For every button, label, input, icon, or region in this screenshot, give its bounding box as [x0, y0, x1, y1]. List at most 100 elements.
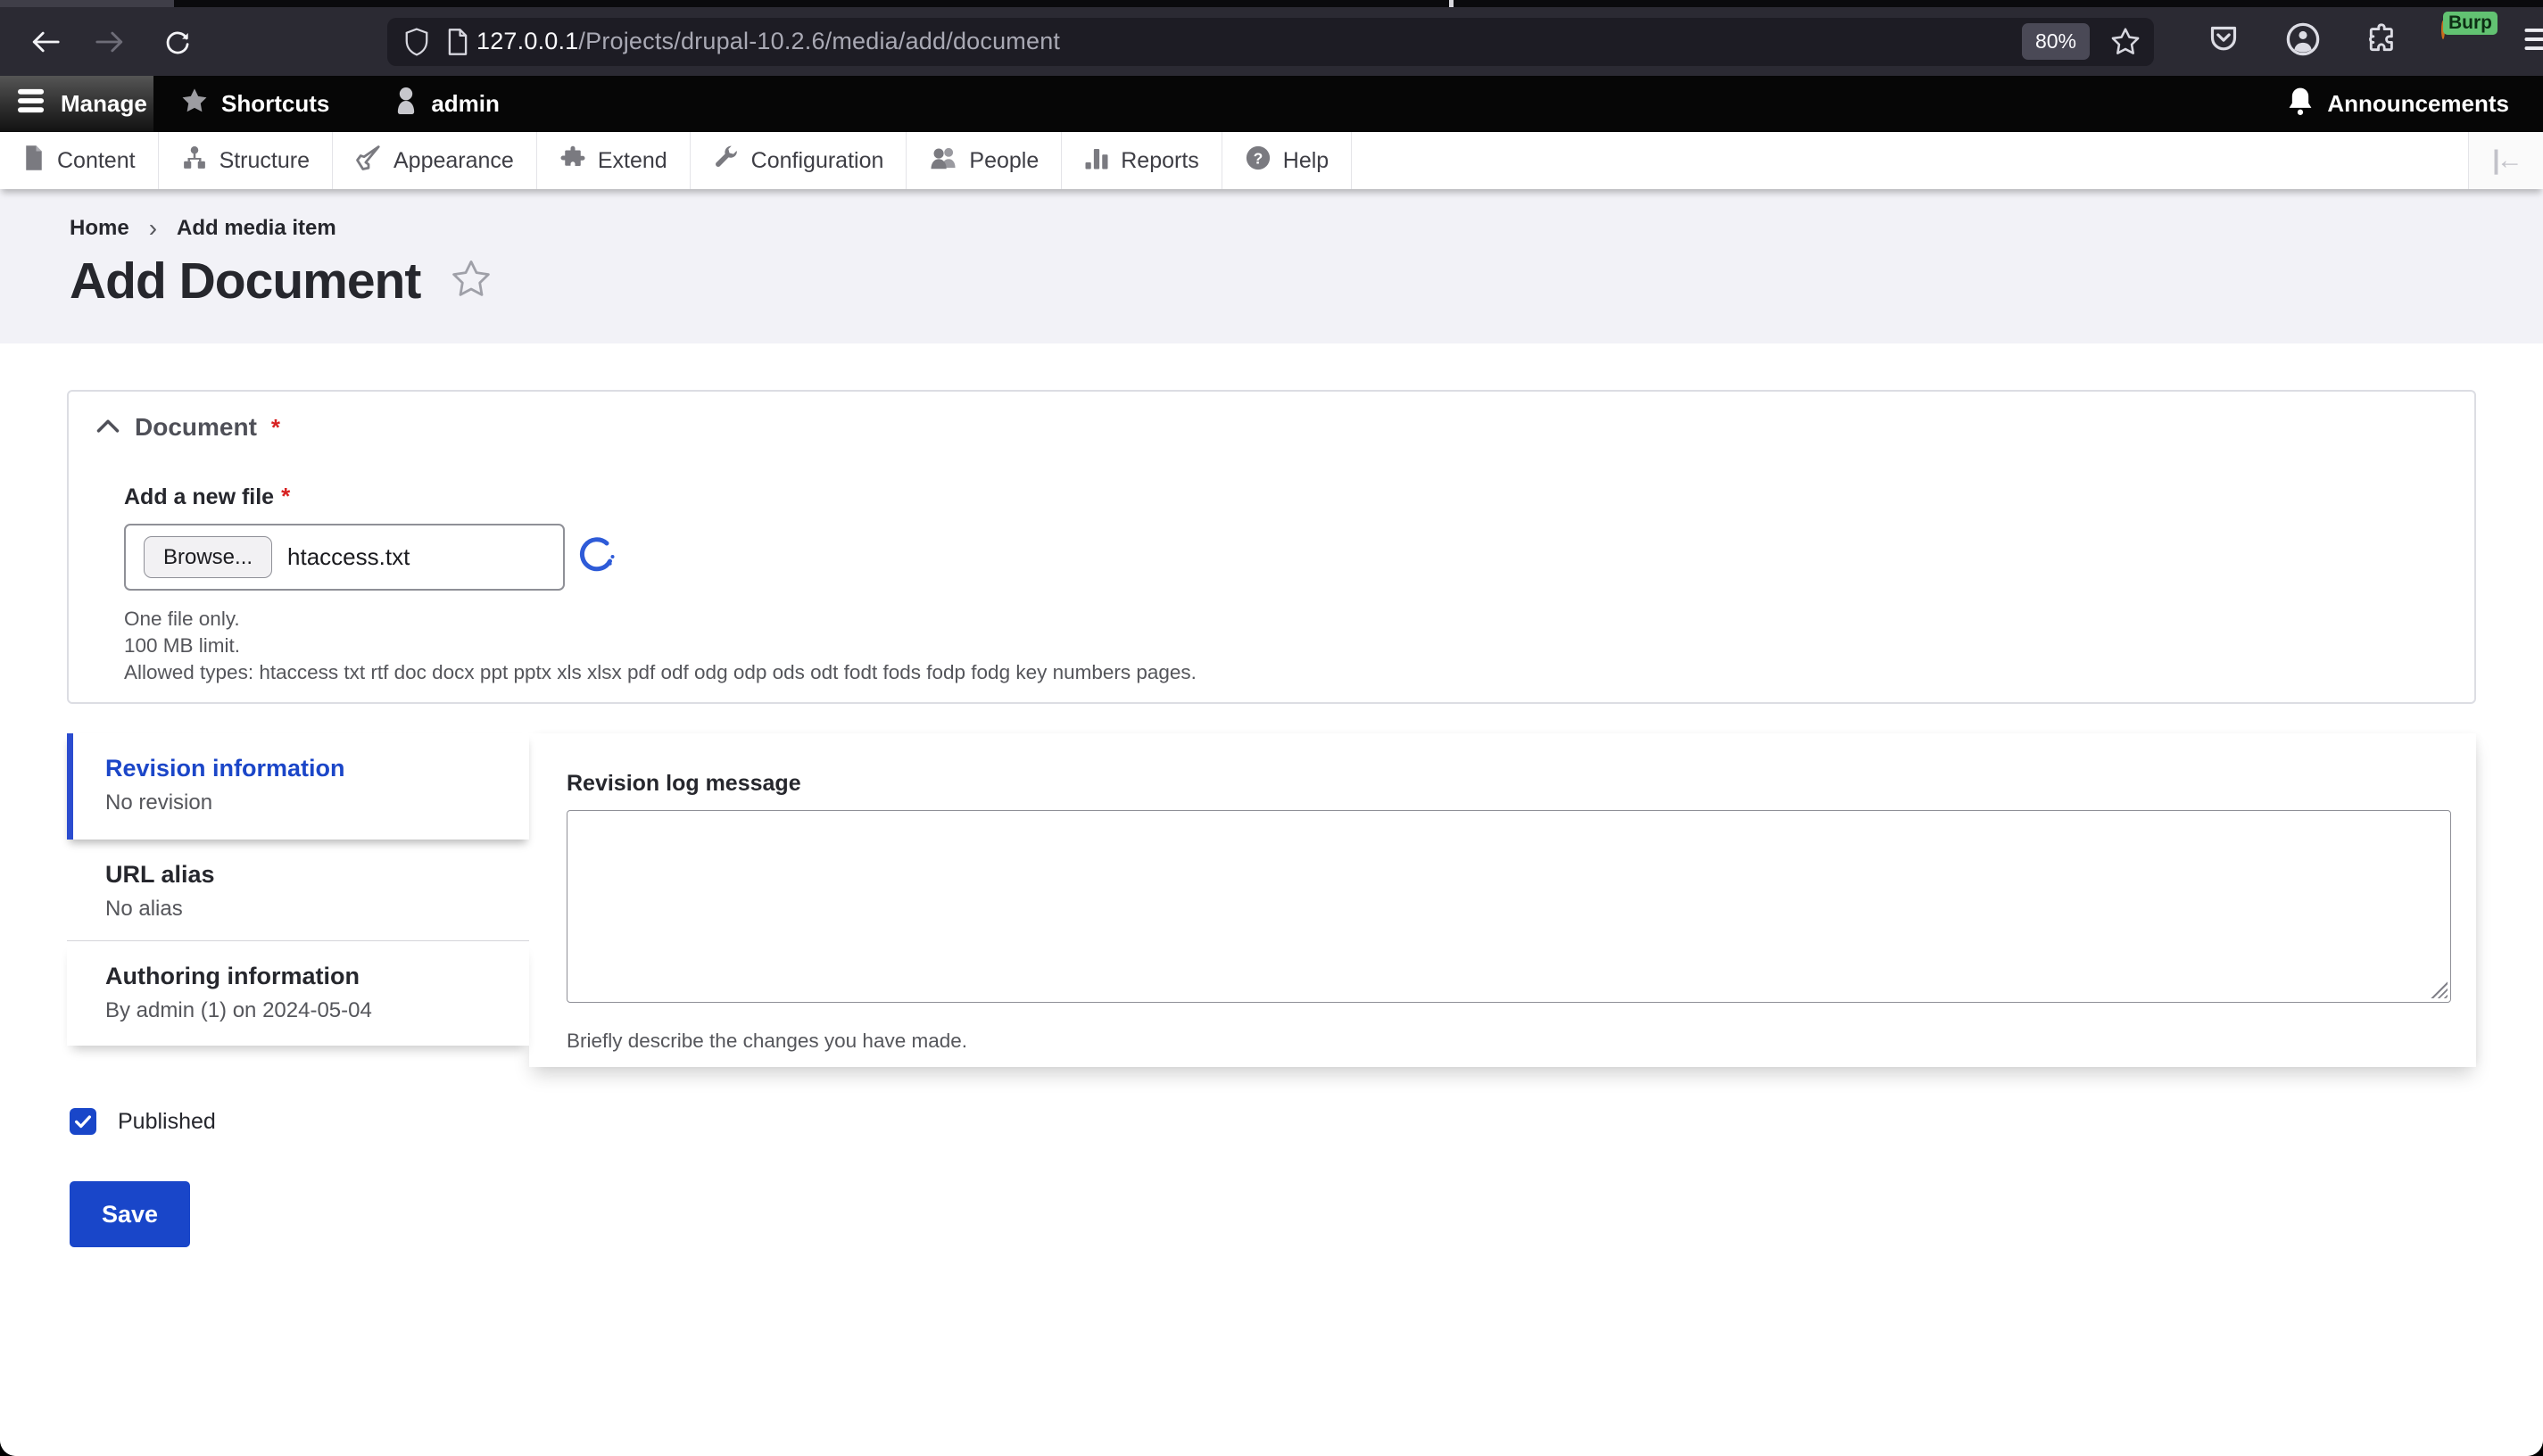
- menu-item-configuration[interactable]: Configuration: [691, 132, 907, 189]
- admin-menu-bar: Content Structure Appearance Extend Conf…: [0, 132, 2543, 189]
- forward-button[interactable]: [89, 21, 130, 62]
- avatar-badge: Burp: [2443, 11, 2497, 35]
- breadcrumb: Home › Add media item: [70, 216, 2543, 241]
- menu-item-label: Help: [1282, 147, 1329, 173]
- shortcuts-label: Shortcuts: [221, 90, 330, 117]
- chevron-up-icon: [95, 417, 120, 439]
- zoom-level-badge[interactable]: 80%: [2021, 23, 2090, 60]
- url-path: /Projects/drupal-10.2.6/media/add/docume…: [578, 28, 1061, 54]
- tab-strip-segment: [0, 0, 174, 7]
- breadcrumb-separator: ›: [148, 214, 158, 242]
- help-line: Allowed types: htaccess txt rtf doc docx…: [124, 661, 1197, 683]
- user-icon: [393, 86, 418, 122]
- toolbar-right-icons: Burp: [2206, 11, 2543, 62]
- vertical-tabs-menu: Revision information No revision URL ali…: [67, 733, 529, 1046]
- people-icon: [929, 145, 957, 178]
- tab-summary: No alias: [105, 897, 183, 921]
- bell-icon: [2286, 86, 2315, 122]
- tab-url-alias[interactable]: URL alias No alias: [67, 840, 529, 940]
- browser-toolbar: 127.0.0.1/Projects/drupal-10.2.6/media/a…: [0, 7, 2543, 76]
- menu-item-content[interactable]: Content: [0, 132, 159, 189]
- url-text[interactable]: 127.0.0.1/Projects/drupal-10.2.6/media/a…: [476, 28, 2022, 55]
- shield-icon[interactable]: [403, 27, 430, 57]
- menu-item-help[interactable]: ? Help: [1222, 132, 1353, 189]
- file-icon: [22, 145, 46, 178]
- tab-authoring-information[interactable]: Authoring information By admin (1) on 20…: [67, 940, 529, 1046]
- url-bar[interactable]: 127.0.0.1/Projects/drupal-10.2.6/media/a…: [387, 17, 2154, 66]
- help-line: One file only.: [124, 608, 240, 630]
- firefox-account-avatar[interactable]: Burp: [2441, 11, 2497, 62]
- bookmark-star-icon[interactable]: [2109, 26, 2141, 58]
- save-button[interactable]: Save: [70, 1181, 190, 1247]
- menu-item-label: Reports: [1121, 147, 1199, 173]
- menu-item-label: Appearance: [393, 147, 514, 173]
- account-icon[interactable]: [2284, 21, 2322, 62]
- shortcuts-star-icon: [180, 87, 209, 121]
- menu-item-label: People: [969, 147, 1040, 173]
- revision-log-description: Briefly describe the changes you have ma…: [567, 1030, 968, 1052]
- fieldset-legend[interactable]: Document *: [95, 413, 280, 442]
- tab-label: URL alias: [105, 861, 215, 888]
- announcements-label: Announcements: [2327, 90, 2509, 117]
- menu-item-structure[interactable]: Structure: [159, 132, 333, 189]
- menu-item-appearance[interactable]: Appearance: [333, 132, 537, 189]
- menu-item-extend[interactable]: Extend: [537, 132, 691, 189]
- required-marker: *: [270, 413, 281, 441]
- menu-item-people[interactable]: People: [907, 132, 1063, 189]
- revision-log-textarea[interactable]: [567, 810, 2451, 1003]
- published-label: Published: [118, 1108, 216, 1134]
- tab-revision-information[interactable]: Revision information No revision: [67, 733, 529, 840]
- back-button[interactable]: [25, 21, 66, 62]
- toolbar-orientation-toggle[interactable]: |←: [2468, 132, 2543, 189]
- announcements-tab[interactable]: Announcements: [2266, 76, 2529, 132]
- url-host: 127.0.0.1: [476, 28, 579, 54]
- brush-icon: [355, 145, 382, 178]
- browse-button[interactable]: Browse...: [144, 536, 273, 578]
- page-header: Home › Add media item Add Document: [0, 189, 2543, 343]
- breadcrumb-home-link[interactable]: Home: [70, 216, 129, 241]
- published-checkbox[interactable]: [70, 1108, 96, 1135]
- question-icon: ?: [1245, 145, 1272, 178]
- file-help-text: One file only. 100 MB limit. Allowed typ…: [124, 606, 1197, 686]
- puzzle-icon: [559, 145, 586, 178]
- menu-item-label: Content: [57, 147, 136, 173]
- wrench-icon: [713, 145, 740, 178]
- revision-log-label: Revision log message: [567, 771, 801, 796]
- breadcrumb-current: Add media item: [177, 216, 336, 240]
- tab-label: Revision information: [105, 755, 345, 782]
- admin-user-label: admin: [431, 90, 500, 117]
- admin-user-tab[interactable]: admin: [374, 76, 519, 132]
- menu-item-label: Structure: [219, 147, 310, 173]
- required-marker: *: [281, 483, 291, 509]
- menu-item-reports[interactable]: Reports: [1062, 132, 1222, 189]
- menu-hamburger-icon[interactable]: [2523, 26, 2543, 57]
- manage-label: Manage: [61, 90, 147, 117]
- page-info-icon[interactable]: [446, 28, 469, 56]
- help-line: 100 MB limit.: [124, 634, 241, 657]
- browser-window: 127.0.0.1/Projects/drupal-10.2.6/media/a…: [0, 0, 2543, 1456]
- file-field-label: Add a new file: [124, 484, 275, 509]
- sitemap-icon: [181, 145, 208, 178]
- tab-strip: [0, 0, 2543, 7]
- tab-separator: [1449, 0, 1454, 7]
- title-star-icon[interactable]: [449, 258, 493, 305]
- menu-item-label: Extend: [597, 147, 667, 173]
- back-icon: [30, 29, 61, 55]
- document-fieldset: Document * Add a new file * Browse... ht…: [67, 390, 2476, 704]
- menu-item-label: Configuration: [750, 147, 884, 173]
- page-title: Add Document: [70, 252, 421, 310]
- published-field: Published: [70, 1108, 216, 1135]
- pocket-icon[interactable]: [2206, 21, 2241, 62]
- tab-summary: By admin (1) on 2024-05-04: [105, 998, 372, 1022]
- screen: 127.0.0.1/Projects/drupal-10.2.6/media/a…: [0, 0, 2543, 1456]
- file-upload-input[interactable]: Browse... htaccess.txt: [124, 524, 565, 591]
- drupal-admin-toolbar: Manage Shortcuts admin Announcements: [0, 76, 2543, 132]
- reload-button[interactable]: [157, 21, 198, 62]
- shortcuts-tab[interactable]: Shortcuts: [161, 76, 349, 132]
- upload-spinner-icon: [579, 536, 618, 575]
- extensions-icon[interactable]: [2365, 22, 2398, 61]
- forward-icon: [95, 29, 125, 55]
- manage-tab[interactable]: Manage: [0, 76, 153, 132]
- tab-summary: No revision: [105, 790, 213, 815]
- vertical-tabs: Revision log message Briefly describe th…: [67, 733, 2476, 1067]
